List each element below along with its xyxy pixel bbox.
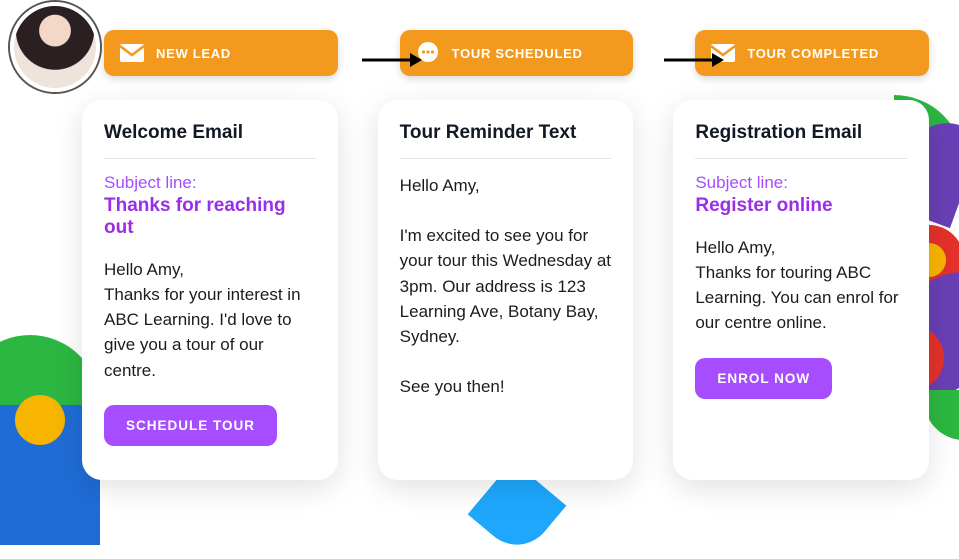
stage-label: TOUR SCHEDULED [452, 46, 583, 61]
email-subject: Register online [695, 195, 907, 217]
divider [104, 158, 316, 159]
arrow-icon [664, 50, 724, 58]
workflow-column: NEW LEAD Welcome Email Subject line: Tha… [82, 30, 338, 480]
message-card: Welcome Email Subject line: Thanks for r… [82, 100, 338, 480]
decoration [15, 395, 65, 445]
avatar [10, 2, 100, 92]
message-card: Registration Email Subject line: Registe… [673, 100, 929, 480]
stage-label: TOUR COMPLETED [747, 46, 879, 61]
subject-line-label: Subject line: [695, 173, 907, 193]
workflow: NEW LEAD Welcome Email Subject line: Tha… [82, 30, 929, 480]
card-title: Tour Reminder Text [400, 122, 612, 144]
enrol-now-button[interactable]: ENROL NOW [695, 358, 832, 399]
message-body: Hello Amy, Thanks for your interest in A… [104, 257, 316, 383]
stage-badge-new-lead: NEW LEAD [104, 30, 338, 76]
card-title: Registration Email [695, 122, 907, 144]
workflow-column: TOUR SCHEDULED Tour Reminder Text Hello … [378, 30, 634, 480]
mail-icon [120, 44, 144, 62]
divider [400, 158, 612, 159]
stage-badge-tour-scheduled: TOUR SCHEDULED [400, 30, 634, 76]
email-subject: Thanks for reaching out [104, 195, 316, 239]
workflow-column: TOUR COMPLETED Registration Email Subjec… [673, 30, 929, 480]
schedule-tour-button[interactable]: SCHEDULE TOUR [104, 405, 277, 446]
subject-line-label: Subject line: [104, 173, 316, 193]
stage-badge-tour-completed: TOUR COMPLETED [695, 30, 929, 76]
decoration [924, 390, 959, 440]
message-body: Hello Amy, Thanks for touring ABC Learni… [695, 235, 907, 336]
stage-label: NEW LEAD [156, 46, 231, 61]
card-title: Welcome Email [104, 122, 316, 144]
message-card: Tour Reminder Text Hello Amy, I'm excite… [378, 100, 634, 480]
message-body: Hello Amy, I'm excited to see you for yo… [400, 173, 612, 399]
divider [695, 158, 907, 159]
arrow-icon [362, 50, 422, 58]
